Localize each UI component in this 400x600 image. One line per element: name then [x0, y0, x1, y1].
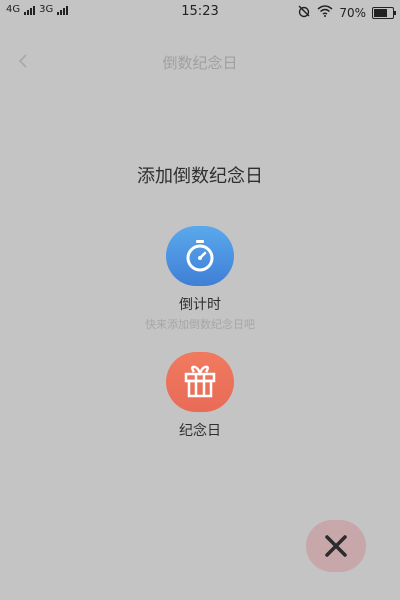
status-bar: 4G 3G 15:23 70%	[0, 0, 400, 24]
countdown-hint: 快来添加倒数纪念日吧	[145, 318, 255, 331]
anniversary-option[interactable]: 纪念日	[0, 352, 400, 440]
close-icon	[325, 535, 347, 557]
anniversary-icon-button[interactable]	[166, 352, 234, 412]
anniversary-label: 纪念日	[179, 423, 221, 439]
battery-percent: 70%	[339, 5, 366, 20]
nav-bar: 倒数纪念日	[0, 40, 400, 84]
close-button[interactable]	[306, 520, 366, 572]
countdown-label: 倒计时	[179, 297, 221, 313]
wifi-icon	[317, 5, 333, 20]
alarm-muted-icon	[297, 4, 311, 21]
stopwatch-icon	[186, 240, 214, 272]
battery-fill	[374, 8, 387, 17]
countdown-option[interactable]: 倒计时 快来添加倒数纪念日吧	[0, 226, 400, 332]
countdown-icon-button[interactable]	[166, 226, 234, 286]
gift-icon	[184, 365, 216, 398]
status-right: 70%	[297, 4, 396, 21]
battery-icon	[372, 6, 396, 19]
page-title: 倒数纪念日	[162, 54, 238, 72]
add-heading: 添加倒数纪念日	[137, 166, 263, 187]
